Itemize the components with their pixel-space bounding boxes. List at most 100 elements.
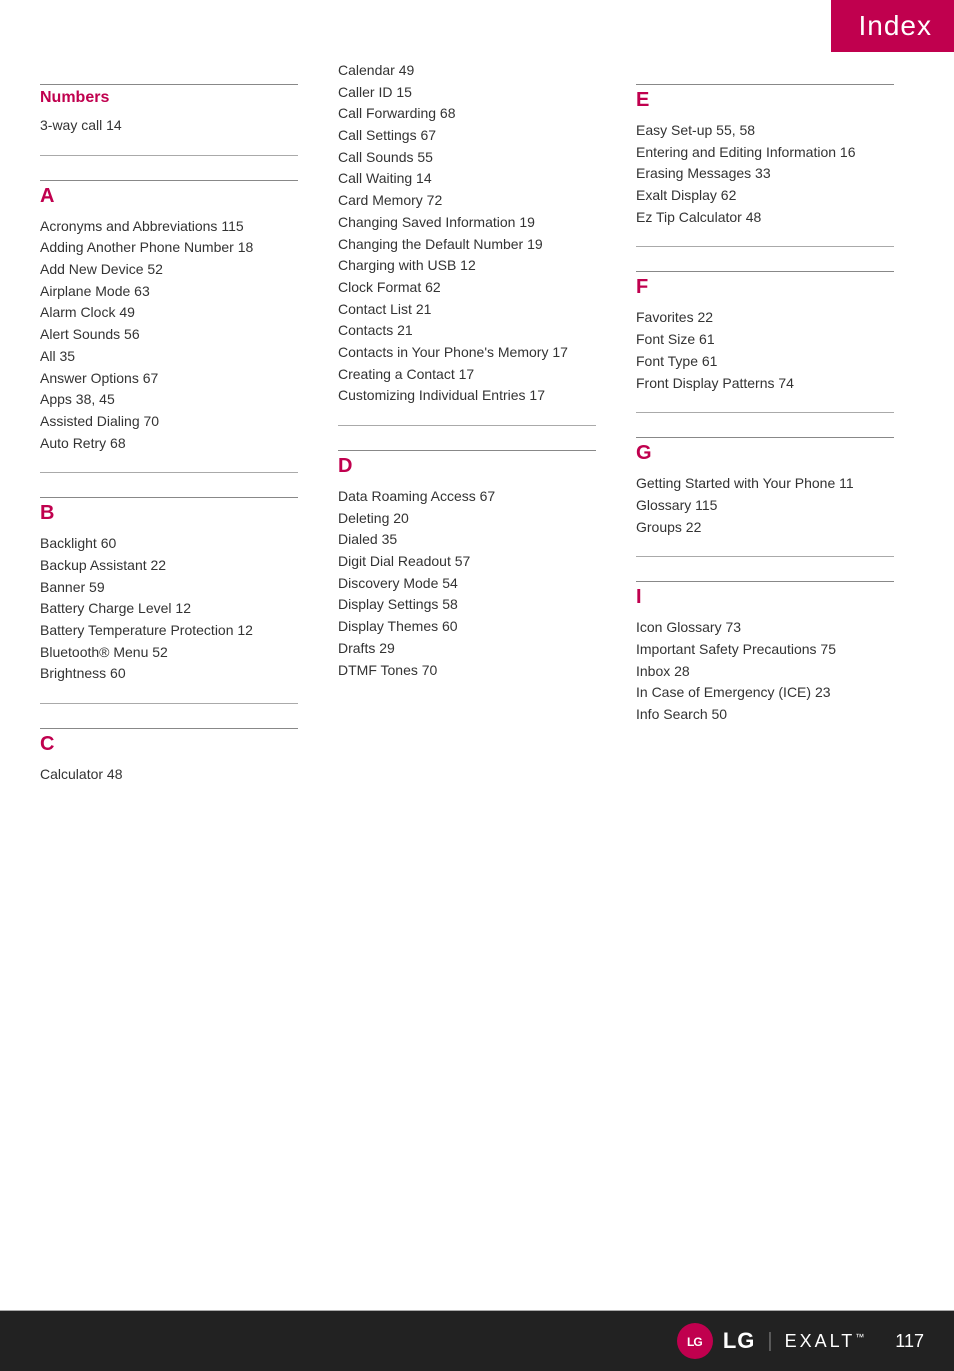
entry-apps: Apps 38, 45 [40,389,298,411]
entry-font-size: Font Size 61 [636,329,894,351]
section-b-divider [40,497,298,498]
section-d-label: D [338,455,596,478]
column-3: E Easy Set-up 55, 58 Entering and Editin… [616,60,914,786]
entry-acronyms: Acronyms and Abbreviations 115 [40,216,298,238]
entry-add-device: Add New Device 52 [40,259,298,281]
entry-calendar: Calendar 49 [338,60,596,82]
entry-changing-saved: Changing Saved Information 19 [338,212,596,234]
entry-backup: Backup Assistant 22 [40,555,298,577]
divider-g [636,412,894,413]
entry-caller: Caller ID 15 [338,82,596,104]
entry-digit-dial: Digit Dial Readout 57 [338,551,596,573]
footer-exalt-text: EXALT™ [785,1331,868,1352]
entry-bluetooth: Bluetooth® Menu 52 [40,642,298,664]
entry-entering: Entering and Editing Information 16 [636,142,894,164]
footer-logo: LG LG [677,1323,756,1359]
lg-circle-icon: LG [677,1323,713,1359]
entry-deleting: Deleting 20 [338,508,596,530]
entry-assisted: Assisted Dialing 70 [40,411,298,433]
entry-call-settings: Call Settings 67 [338,125,596,147]
entry-inbox: Inbox 28 [636,661,894,683]
entry-font-type: Font Type 61 [636,351,894,373]
footer-trademark: ™ [855,1332,867,1342]
entry-dialed: Dialed 35 [338,529,596,551]
entry-erasing: Erasing Messages 33 [636,163,894,185]
entry-banner: Banner 59 [40,577,298,599]
entry-battery-charge: Battery Charge Level 12 [40,598,298,620]
entry-alert: Alert Sounds 56 [40,324,298,346]
entry-display-themes: Display Themes 60 [338,616,596,638]
entry-customizing: Customizing Individual Entries 17 [338,385,596,407]
footer-pipe: | [767,1330,772,1353]
section-numbers-divider [40,84,298,85]
divider-b [40,472,298,473]
entry-call-sounds: Call Sounds 55 [338,147,596,169]
entry-airplane: Airplane Mode 63 [40,281,298,303]
section-a-label: A [40,185,298,208]
entry-contacts: Contacts 21 [338,320,596,342]
section-i-divider [636,581,894,582]
entry-all: All 35 [40,346,298,368]
section-e-divider [636,84,894,85]
entry-answer: Answer Options 67 [40,368,298,390]
entry-charging-usb: Charging with USB 12 [338,255,596,277]
section-g-label: G [636,442,894,465]
section-a-divider [40,180,298,181]
entry-call-waiting: Call Waiting 14 [338,168,596,190]
footer-page-number: 117 [895,1331,924,1352]
entry-ice: In Case of Emergency (ICE) 23 [636,682,894,704]
entry-getting-started: Getting Started with Your Phone 11 [636,473,894,495]
section-f-divider [636,271,894,272]
footer-lg-text: LG [723,1328,756,1354]
column-1: Numbers 3-way call 14 A Acronyms and Abb… [40,60,318,786]
entry-card-memory: Card Memory 72 [338,190,596,212]
entry-glossary: Glossary 115 [636,495,894,517]
footer: LG LG | EXALT™ 117 [0,1311,954,1371]
svg-text:LG: LG [687,1335,702,1349]
entry-backlight: Backlight 60 [40,533,298,555]
entry-alarm: Alarm Clock 49 [40,302,298,324]
entry-dtmf: DTMF Tones 70 [338,660,596,682]
entry-info-search: Info Search 50 [636,704,894,726]
section-b-label: B [40,502,298,525]
section-c-label: C [40,733,298,756]
entry-drafts: Drafts 29 [338,638,596,660]
section-f-label: F [636,276,894,299]
entry-data-roaming: Data Roaming Access 67 [338,486,596,508]
entry-important-safety: Important Safety Precautions 75 [636,639,894,661]
section-i-label: I [636,586,894,609]
entry-icon-glossary: Icon Glossary 73 [636,617,894,639]
entry-adding-phone: Adding Another Phone Number 18 [40,237,298,259]
section-c-divider [40,728,298,729]
entry-battery-temp: Battery Temperature Protection 12 [40,620,298,642]
entry-groups: Groups 22 [636,517,894,539]
divider-d [338,425,596,426]
entry-easy-setup: Easy Set-up 55, 58 [636,120,894,142]
section-g-divider [636,437,894,438]
divider-c [40,703,298,704]
entry-ez-tip: Ez Tip Calculator 48 [636,207,894,229]
divider-f [636,246,894,247]
section-d-divider [338,450,596,451]
entry-calculator: Calculator 48 [40,764,298,786]
entry-favorites: Favorites 22 [636,307,894,329]
entry-display-settings: Display Settings 58 [338,594,596,616]
entry-discovery: Discovery Mode 54 [338,573,596,595]
entry-clock-format: Clock Format 62 [338,277,596,299]
index-tab-label: Index [831,0,954,52]
section-numbers-label: Numbers [40,89,298,107]
entry-contact-list: Contact List 21 [338,299,596,321]
entry-3way: 3-way call 14 [40,115,298,137]
divider-i [636,556,894,557]
entry-call-fwd: Call Forwarding 68 [338,103,596,125]
entry-contacts-phone: Contacts in Your Phone's Memory 17 [338,342,596,364]
divider-a [40,155,298,156]
entry-changing-default: Changing the Default Number 19 [338,234,596,256]
section-e-label: E [636,89,894,112]
column-2: Calendar 49 Caller ID 15 Call Forwarding… [318,60,616,786]
entry-auto: Auto Retry 68 [40,433,298,455]
entry-exalt: Exalt Display 62 [636,185,894,207]
entry-creating-contact: Creating a Contact 17 [338,364,596,386]
entry-brightness: Brightness 60 [40,663,298,685]
main-content: Numbers 3-way call 14 A Acronyms and Abb… [0,0,954,866]
